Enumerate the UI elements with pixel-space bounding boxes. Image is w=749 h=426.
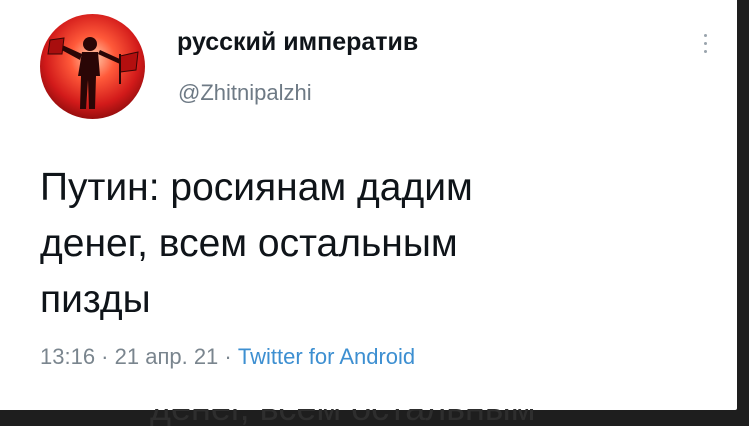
dot: [703, 50, 707, 53]
tweet-date[interactable]: 21 апр. 21: [115, 344, 219, 369]
meta-separator: ·: [95, 344, 115, 369]
cropped-background-text: денег, всем остальным: [150, 409, 536, 426]
screenshot-frame: русский императив @Zhitnipalzhi Путин: р…: [0, 0, 749, 426]
meta-separator: ·: [218, 344, 238, 369]
ghost-line: денег, всем остальным: [150, 409, 536, 426]
dot: [703, 42, 707, 45]
display-name[interactable]: русский императив: [177, 28, 418, 57]
tweet-text: Путин: росиянам дадим денег, всем осталь…: [40, 166, 473, 321]
avatar[interactable]: [40, 14, 145, 119]
tweet-card: русский императив @Zhitnipalzhi Путин: р…: [0, 0, 737, 410]
user-handle[interactable]: @Zhitnipalzhi: [178, 80, 312, 106]
tweet-source-link[interactable]: Twitter for Android: [238, 344, 415, 369]
dot: [703, 34, 707, 37]
tweet-meta: 13:16 · 21 апр. 21 · Twitter for Android: [40, 344, 415, 370]
tweet-time[interactable]: 13:16: [40, 344, 95, 369]
more-options-icon[interactable]: [698, 34, 712, 64]
profile-photo-icon: [40, 14, 145, 119]
